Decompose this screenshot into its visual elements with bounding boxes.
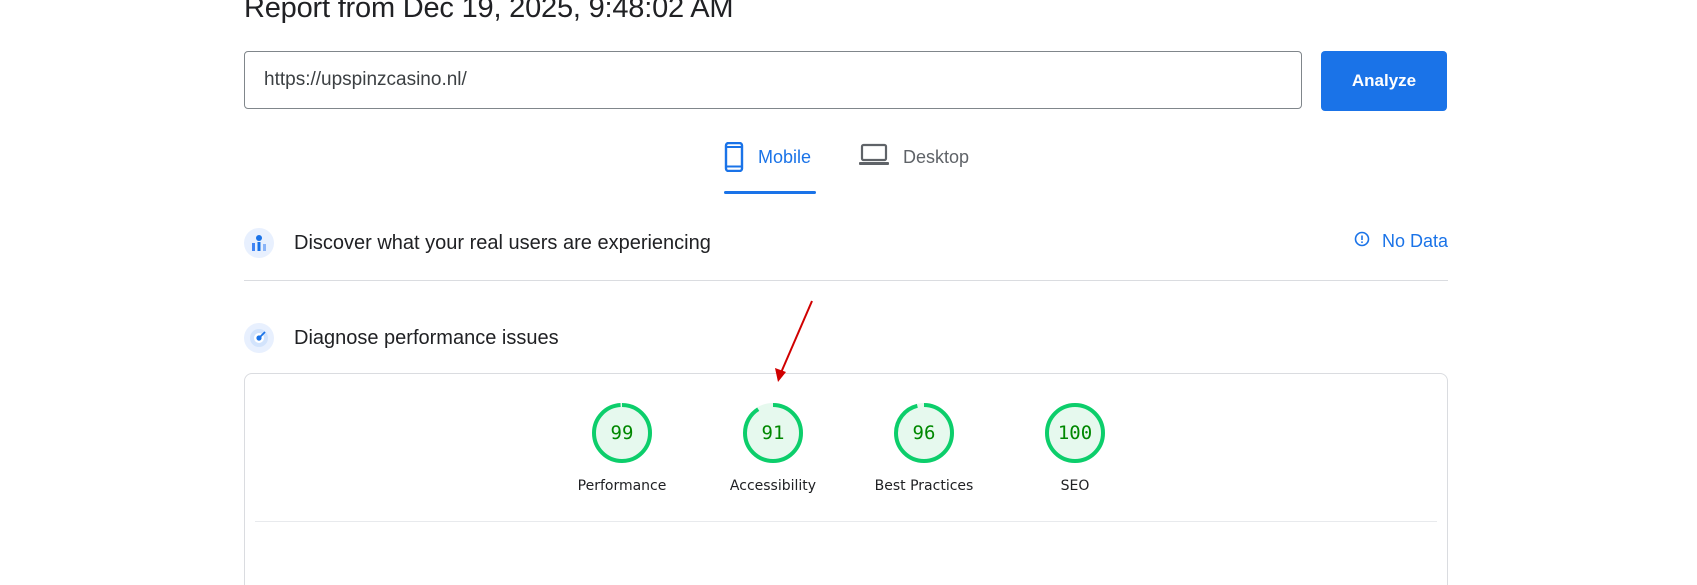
tab-mobile-label: Mobile — [758, 147, 812, 167]
score-value: 96 — [912, 422, 936, 444]
score-gauge-accessibility[interactable]: 91 Accessibility — [698, 402, 848, 494]
tab-desktop-label: Desktop — [903, 147, 970, 167]
score-gauge-performance[interactable]: 99 Performance — [547, 402, 697, 494]
score-label: SEO — [1060, 478, 1090, 494]
card-divider — [255, 521, 1437, 522]
score-value: 100 — [1057, 422, 1093, 444]
url-input[interactable] — [244, 51, 1302, 109]
report-title: Report from Dec 19, 2025, 9:48:02 AM — [244, 0, 734, 24]
real-users-section: Discover what your real users are experi… — [244, 223, 1448, 263]
smartphone-icon — [724, 141, 744, 177]
score-gauge-best-practices[interactable]: 96 Best Practices — [849, 402, 999, 494]
score-label: Best Practices — [874, 478, 974, 494]
real-users-title: Discover what your real users are experi… — [294, 231, 711, 254]
users-chart-icon — [244, 228, 274, 258]
scores-card: 99 Performance 91 Accessibility 96 Best Pract… — [244, 373, 1448, 585]
score-value: 99 — [610, 422, 634, 444]
laptop-icon — [859, 142, 889, 173]
no-data-label: No Data — [1381, 231, 1448, 251]
diagnose-section: Diagnose performance issues — [244, 318, 1448, 358]
score-gauge-seo[interactable]: 100 SEO — [1000, 402, 1150, 494]
gauge-icon — [244, 323, 274, 353]
tab-selected-indicator — [724, 191, 816, 194]
info-icon — [1354, 231, 1370, 252]
pagespeed-report: Report from Dec 19, 2025, 9:48:02 AM Ana… — [0, 0, 1697, 585]
score-label: Accessibility — [729, 478, 817, 494]
no-data-status[interactable]: No Data — [1354, 231, 1448, 252]
tab-mobile[interactable]: Mobile — [724, 141, 816, 194]
analyze-button[interactable]: Analyze — [1321, 51, 1447, 111]
diagnose-title: Diagnose performance issues — [294, 326, 559, 349]
section-divider — [244, 280, 1448, 281]
score-value: 91 — [761, 422, 785, 444]
tab-desktop[interactable]: Desktop — [859, 142, 973, 194]
score-label: Performance — [577, 478, 667, 494]
